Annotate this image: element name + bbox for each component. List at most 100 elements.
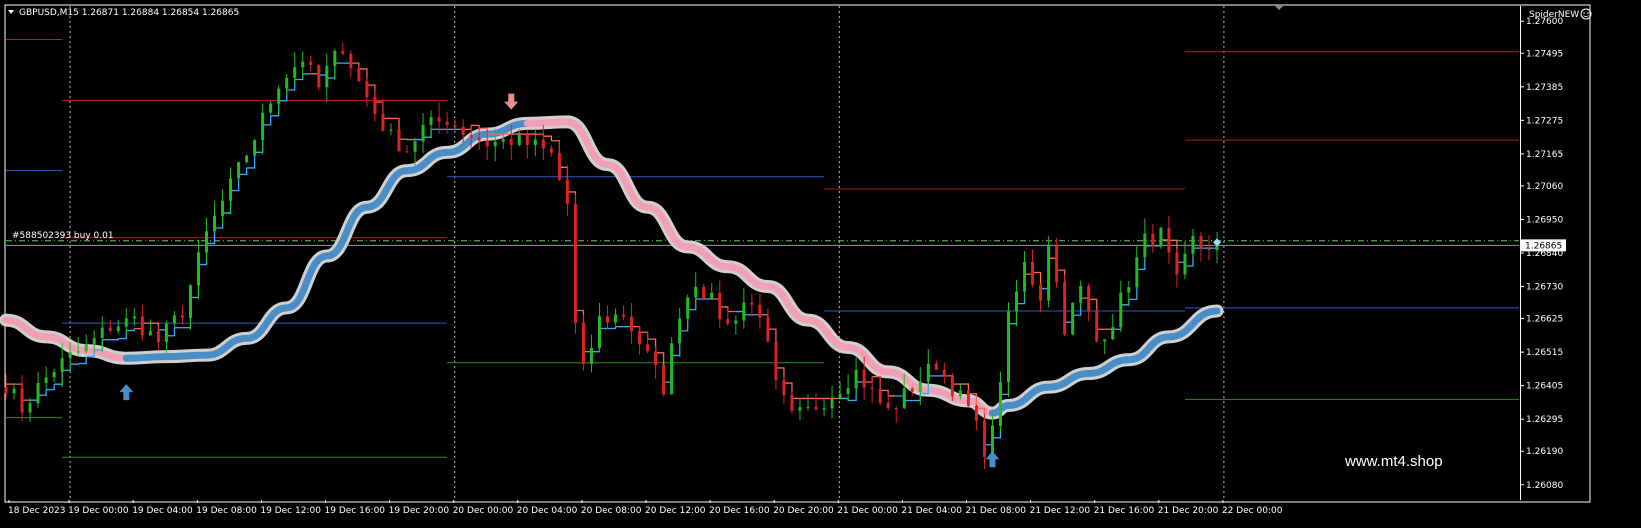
time-tick-label: 22 Dec 00:00 — [1222, 506, 1283, 516]
candle-body — [148, 330, 152, 336]
candle-body — [1151, 233, 1155, 247]
candle-body — [164, 323, 168, 343]
candle-body — [646, 344, 650, 352]
price-tick-label: 1.26950 — [1526, 215, 1563, 225]
price-tick-label: 1.26515 — [1526, 348, 1563, 358]
candle-body — [1039, 284, 1043, 301]
candle-body — [998, 382, 1002, 426]
candle-body — [1143, 233, 1147, 258]
candle-body — [758, 304, 762, 318]
candle-body — [742, 302, 746, 321]
candle-body — [774, 341, 778, 381]
candle-body — [798, 407, 802, 411]
time-tick-label: 19 Dec 12:00 — [260, 506, 321, 516]
candle-body — [654, 351, 658, 366]
candle-body — [581, 322, 585, 364]
time-tick-label: 20 Dec 16:00 — [709, 506, 770, 516]
candle-body — [1015, 291, 1019, 312]
candle-body — [188, 285, 192, 318]
candle-body — [806, 406, 810, 408]
smiley-eye-right — [1587, 12, 1589, 14]
price-tick-label: 1.27385 — [1526, 83, 1563, 93]
candle-body — [950, 375, 954, 397]
candle-body — [68, 352, 72, 359]
candle-body — [205, 231, 208, 253]
time-tick-label: 21 Dec 16:00 — [1094, 506, 1155, 516]
candle-body — [854, 369, 858, 389]
time-tick-label: 19 Dec 00:00 — [68, 506, 129, 516]
candle-body — [862, 369, 866, 388]
candle-body — [838, 393, 842, 398]
candle-body — [437, 117, 441, 122]
price-chart[interactable]: #588502393 buy 0.01 1.276001.274951.2738… — [0, 0, 1641, 528]
watermark: www.mt4.shop — [1344, 453, 1443, 470]
candle-body — [934, 363, 938, 370]
candle-body — [565, 179, 569, 205]
time-tick-label: 20 Dec 12:00 — [645, 506, 706, 516]
candle-body — [493, 141, 497, 147]
candle-body — [541, 139, 545, 149]
time-tick-label: 21 Dec 12:00 — [1030, 506, 1091, 516]
candle-body — [1207, 248, 1211, 250]
price-tick-label: 1.27165 — [1526, 150, 1563, 160]
candle-body — [196, 252, 200, 286]
candle-body — [1111, 327, 1115, 340]
candle-body — [453, 124, 457, 127]
candle-body — [1167, 227, 1171, 253]
candle-body — [389, 129, 393, 131]
candle-body — [766, 317, 770, 342]
candle-body — [253, 140, 257, 156]
candle-body — [405, 151, 409, 153]
candle-body — [710, 292, 714, 299]
candle-body — [357, 68, 361, 82]
candle-body — [614, 314, 618, 323]
time-tick-label: 21 Dec 00:00 — [837, 506, 898, 516]
candle-body — [894, 408, 898, 410]
candle-body — [525, 134, 529, 146]
candle-body — [413, 141, 417, 152]
candle-body — [966, 390, 970, 407]
candle-body — [734, 320, 738, 324]
price-tick-label: 1.27060 — [1526, 182, 1563, 192]
candle-body — [60, 358, 64, 372]
candle-body — [477, 137, 481, 141]
time-tick-label: 20 Dec 04:00 — [517, 506, 578, 516]
time-tick-label: 20 Dec 08:00 — [581, 506, 642, 516]
candle-body — [822, 408, 826, 410]
candle-body — [333, 50, 337, 66]
candle-body — [750, 302, 754, 305]
candle-body — [982, 420, 986, 457]
candle-body — [718, 292, 722, 320]
candle-body — [100, 327, 104, 338]
time-tick-label: 18 Dec 2023 — [8, 506, 66, 516]
candle-body — [509, 139, 513, 146]
candle-body — [373, 97, 377, 115]
candle-body — [445, 121, 449, 125]
current-price-label: 1.26865 — [1525, 241, 1562, 251]
candle-body — [1183, 253, 1187, 275]
candle-body — [942, 369, 946, 376]
candle-body — [1079, 285, 1083, 303]
candle-body — [918, 381, 922, 393]
candle-body — [485, 140, 489, 147]
price-tick-label: 1.26405 — [1526, 382, 1563, 392]
candle-body — [1175, 252, 1179, 275]
price-tick-label: 1.26080 — [1526, 481, 1563, 491]
candle-body — [886, 402, 890, 409]
candle-body — [557, 152, 561, 180]
candle-body — [694, 286, 698, 298]
candle-body — [245, 155, 249, 163]
candle-body — [782, 380, 786, 396]
candle-body — [1135, 257, 1139, 288]
candle-body — [4, 387, 8, 394]
candle-body — [726, 319, 730, 324]
candle-body — [309, 61, 313, 66]
candle-body — [910, 388, 914, 393]
candle-body — [116, 326, 120, 331]
candle-body — [790, 395, 794, 411]
candle-body — [870, 387, 874, 389]
candle-body — [317, 65, 321, 88]
candle-body — [52, 371, 56, 378]
time-tick-label: 19 Dec 16:00 — [325, 506, 386, 516]
candle-body — [261, 112, 265, 141]
